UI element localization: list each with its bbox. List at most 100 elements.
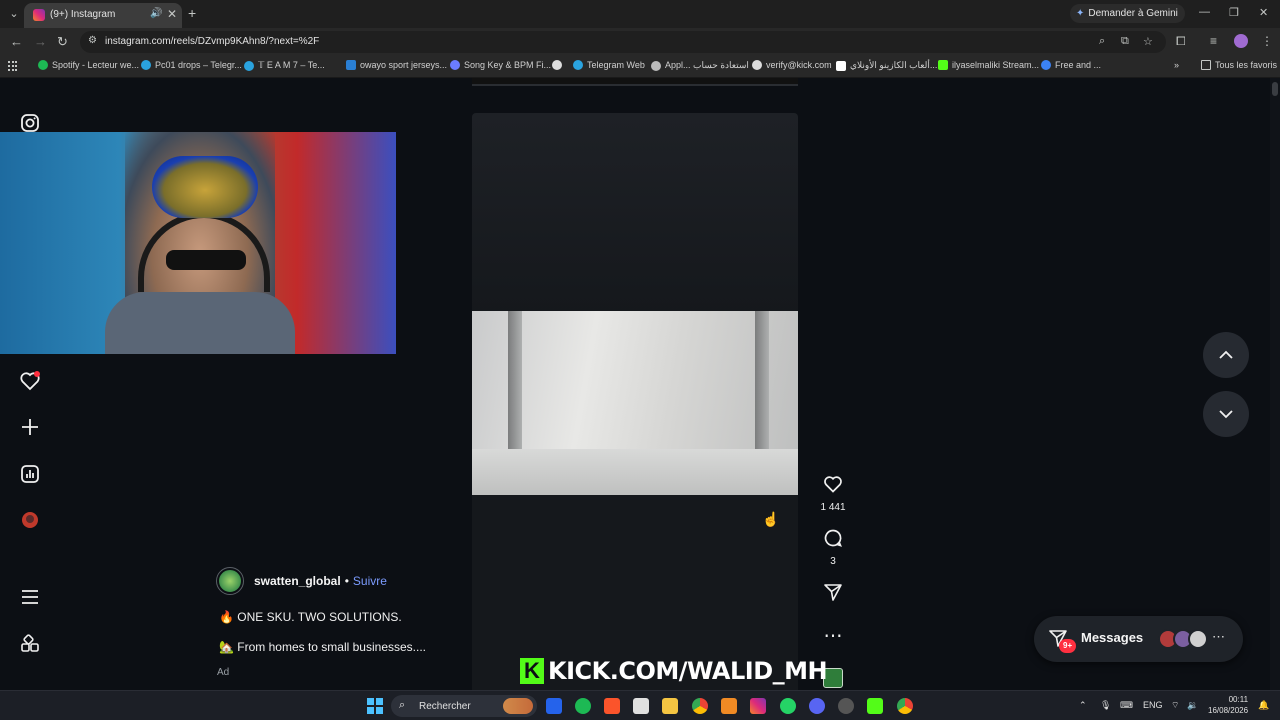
telegram-icon [244,60,254,71]
bookmark-item[interactable]: Spotify - Lecteur we... [38,60,139,70]
brave-icon[interactable] [604,698,620,714]
chrome-icon[interactable] [692,698,708,714]
restore-icon[interactable]: ❐ [1229,6,1239,19]
plus-icon[interactable] [19,417,41,439]
author-avatar[interactable] [216,567,244,595]
bookmark-item[interactable]: Telegram Web [573,60,645,70]
bookmark-item[interactable]: 𝕋 E A M 7 – Te... [244,60,325,71]
share-action[interactable] [820,582,846,608]
bookmark-item[interactable]: ألعاب الكازينو الأونلاي... [836,60,937,71]
telegram-icon [141,60,151,70]
browser-tab-instagram[interactable]: (9+) Instagram 🔊 ✕ [24,3,182,28]
vlc-icon[interactable] [721,698,737,714]
chrome-active-icon[interactable] [897,698,913,714]
ad-label: Ad [217,667,230,678]
bookmark-item[interactable]: owayo sport jerseys... [346,60,447,70]
discord-icon[interactable] [809,698,825,714]
messages-button[interactable]: 9+ Messages ⋯ [1034,616,1243,662]
extensions-icon[interactable]: ⧠ [1176,34,1186,49]
profile-avatar[interactable] [1234,34,1248,48]
volume-icon[interactable]: 🔉 [1187,700,1198,711]
share-plane-icon[interactable] [820,582,846,608]
instagram-app-icon[interactable] [750,698,766,714]
taskbar-search[interactable]: ⌕ Rechercher [391,695,537,717]
streamer-shirt [105,292,295,354]
profile-avatar[interactable] [19,510,41,532]
back-arrow-icon[interactable]: ← [10,34,23,49]
bookmarks-bar: Spotify - Lecteur we... Pc01 drops – Tel… [0,56,1280,78]
messages-badge: 9+ [1059,639,1077,653]
hand-cursor-icon: ☝ [762,511,780,527]
comment-count: 3 [830,556,836,567]
forward-arrow-icon[interactable]: → [34,34,47,49]
scrollbar-thumb[interactable] [1272,82,1278,96]
close-window-icon[interactable]: ✕ [1259,6,1268,19]
like-action[interactable]: 1 441 [820,474,846,513]
spotify-icon[interactable] [575,698,591,714]
file-explorer-icon[interactable] [662,698,678,714]
store-icon[interactable] [633,698,649,714]
insights-icon[interactable] [19,464,41,486]
comment-icon[interactable] [820,528,846,554]
notification-bell-icon[interactable]: 🔔 [1258,700,1269,711]
cast-icon[interactable]: ⧉ [1121,35,1129,48]
defender-icon[interactable] [546,698,562,714]
browser-toolbar: ← → ↻ ⚙ instagram.com/reels/DZvmp9KAhn8/… [0,28,1280,56]
apps-grid-icon[interactable] [8,61,18,71]
separator-dot: • [344,574,349,588]
new-tab-icon[interactable]: + [188,5,196,21]
grid-icon[interactable] [19,634,41,656]
caption-line[interactable]: 🏡 From homes to small businesses.... [219,640,426,654]
gemini-button[interactable]: ✦ Demander à Gemini [1070,4,1185,23]
address-bar[interactable]: ⚙ instagram.com/reels/DZvmp9KAhn8/?next=… [80,31,1166,53]
bookmark-item[interactable]: verify@kick.com [752,60,832,70]
windows-start-icon[interactable] [367,698,383,714]
all-bookmarks-folder[interactable]: Tous les favoris [1201,60,1277,70]
language-indicator[interactable]: ENG [1143,700,1163,710]
bookmark-item[interactable]: Song Key & BPM Fi... [450,60,551,70]
next-reel-button[interactable] [1203,391,1249,437]
tab-audio-icon[interactable]: 🔊 [150,8,162,19]
heart-icon[interactable] [820,474,846,500]
site-info-icon[interactable]: ⚙ [88,35,97,46]
bookmark-item[interactable]: Pc01 drops – Telegr... [141,60,242,70]
hamburger-menu-icon[interactable] [19,587,41,609]
page-scrollbar[interactable] [1270,78,1280,690]
more-options-icon[interactable]: ⋯ [820,626,846,648]
tab-close-icon[interactable]: ✕ [167,7,177,21]
kick-app-icon[interactable] [867,698,883,714]
reload-icon[interactable]: ↻ [57,34,68,50]
bookmark-item[interactable]: Free and ... [1041,60,1101,70]
search-icon: ⌕ [399,699,406,711]
whatsapp-icon[interactable] [780,698,796,714]
sunglasses [166,250,246,270]
tab-search-chevron-icon[interactable]: ⌄ [6,6,22,22]
wall-pillar [755,311,769,449]
minimize-icon[interactable]: — [1199,6,1210,18]
zoom-icon[interactable]: ⌕ [1099,35,1105,48]
comment-action[interactable]: 3 [820,528,846,567]
previous-reel-button[interactable] [1203,332,1249,378]
wifi-icon[interactable]: ⌔ [1171,700,1179,711]
bookmark-item[interactable]: ilyaselmaliki Stream... [938,60,1039,70]
tray-overflow-icon[interactable]: ⌃ [1079,700,1087,711]
system-clock[interactable]: 00:11 16/08/2026 [1208,694,1248,716]
browser-menu-icon[interactable]: ⋮ [1261,34,1273,48]
webcam-overlay [0,132,396,354]
bookmark-item[interactable] [552,60,566,70]
steam-icon[interactable] [838,698,854,714]
bookmark-label: Appl... استعادة حساب [665,60,749,70]
bookmark-item[interactable]: Appl... استعادة حساب [651,60,749,71]
author-username[interactable]: swatten_global [254,574,341,588]
keyboard-icon[interactable]: ⌨ [1120,700,1133,711]
song-key-icon [450,60,460,70]
bookmark-star-icon[interactable]: ☆ [1143,35,1153,48]
media-controls-icon[interactable]: ≡ [1210,34,1217,48]
heart-icon[interactable] [19,370,41,392]
microphone-icon[interactable]: 🎙 [1100,700,1111,711]
bookmarks-overflow-icon[interactable]: » [1174,60,1179,70]
reel-video[interactable] [472,113,798,690]
follow-button[interactable]: Suivre [353,574,387,588]
gemini-sparkle-icon: ✦ [1076,8,1085,19]
bookmark-label: 𝕋 E A M 7 – Te... [258,60,325,70]
